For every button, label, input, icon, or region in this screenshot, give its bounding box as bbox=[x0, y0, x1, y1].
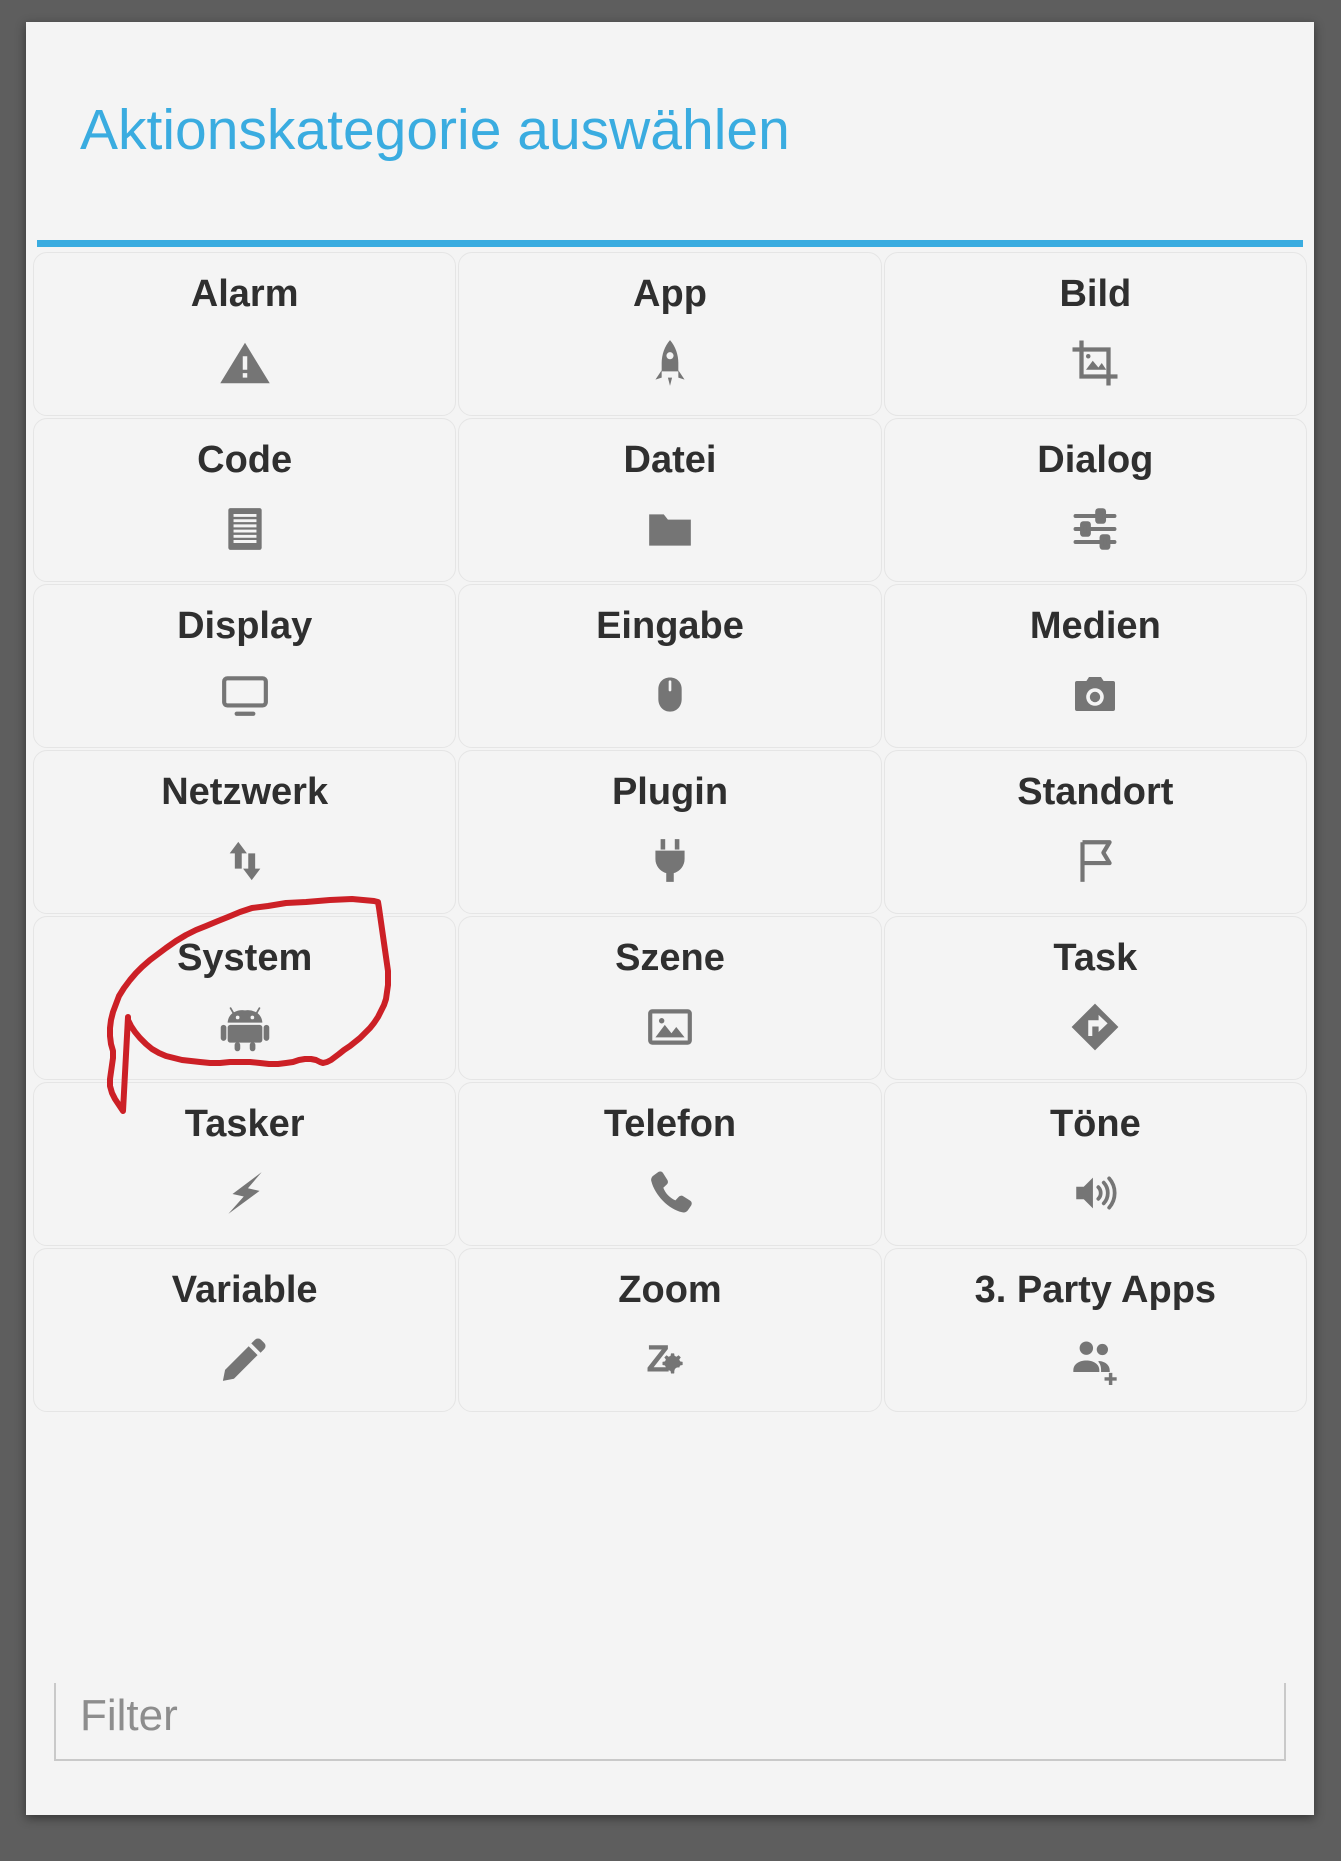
phone-handset-icon bbox=[642, 1165, 698, 1221]
category-cell-szene[interactable]: Szene bbox=[458, 916, 882, 1080]
android-robot-icon bbox=[217, 999, 273, 1055]
category-label: App bbox=[633, 273, 707, 315]
category-label: Display bbox=[177, 605, 313, 647]
picture-icon bbox=[642, 999, 698, 1055]
title-divider bbox=[37, 240, 1303, 247]
category-label: Bild bbox=[1059, 273, 1132, 315]
group-add-icon bbox=[1067, 1331, 1123, 1387]
page-title: Aktionskategorie auswählen bbox=[80, 98, 790, 163]
z-gear-icon: Z bbox=[642, 1331, 698, 1387]
category-grid-wrapper: Alarm App Bild Code Datei Dialog Display Eingab… bbox=[26, 247, 1314, 1645]
category-cell-dialog[interactable]: Dialog bbox=[883, 418, 1307, 582]
category-label: Code bbox=[197, 439, 293, 481]
category-label: Dialog bbox=[1037, 439, 1154, 481]
category-label: Tasker bbox=[184, 1103, 305, 1145]
category-label: Standort bbox=[1017, 771, 1174, 813]
category-label: Szene bbox=[615, 937, 725, 979]
category-label: Telefon bbox=[603, 1103, 737, 1145]
category-cell-variable[interactable]: Variable bbox=[33, 1248, 457, 1412]
filter-row bbox=[26, 1645, 1314, 1815]
monitor-icon bbox=[217, 667, 273, 723]
speaker-volume-icon bbox=[1067, 1165, 1123, 1221]
camera-icon bbox=[1067, 667, 1123, 723]
category-cell-code[interactable]: Code bbox=[33, 418, 457, 582]
up-down-arrows-icon bbox=[217, 833, 273, 889]
category-label: Plugin bbox=[611, 771, 729, 813]
power-plug-icon bbox=[642, 833, 698, 889]
pencil-icon bbox=[217, 1331, 273, 1387]
category-cell-plugin[interactable]: Plugin bbox=[458, 750, 882, 914]
category-cell-telefon[interactable]: Telefon bbox=[458, 1082, 882, 1246]
category-cell-task[interactable]: Task bbox=[883, 916, 1307, 1080]
category-label: Medien bbox=[1029, 605, 1161, 647]
category-cell-eingabe[interactable]: Eingabe bbox=[458, 584, 882, 748]
warning-triangle-icon bbox=[217, 335, 273, 391]
action-category-dialog: Aktionskategorie auswählen Alarm App Bild C… bbox=[26, 22, 1314, 1815]
category-grid: Alarm App Bild Code Datei Dialog Display Eingab… bbox=[32, 251, 1308, 1413]
image-crop-icon bbox=[1067, 335, 1123, 391]
category-label: Netzwerk bbox=[161, 771, 329, 813]
category-label: Task bbox=[1053, 937, 1138, 979]
category-cell-bild[interactable]: Bild bbox=[883, 252, 1307, 416]
category-cell-alarm[interactable]: Alarm bbox=[33, 252, 457, 416]
category-cell-3-party-apps[interactable]: 3. Party Apps bbox=[883, 1248, 1307, 1412]
category-label: Variable bbox=[171, 1269, 318, 1311]
category-label: Datei bbox=[623, 439, 717, 481]
category-label: Töne bbox=[1049, 1103, 1141, 1145]
category-cell-medien[interactable]: Medien bbox=[883, 584, 1307, 748]
flag-icon bbox=[1067, 833, 1123, 889]
document-lines-icon bbox=[217, 501, 273, 557]
category-cell-datei[interactable]: Datei bbox=[458, 418, 882, 582]
folder-icon bbox=[642, 501, 698, 557]
sliders-icon bbox=[1067, 501, 1123, 557]
category-cell-display[interactable]: Display bbox=[33, 584, 457, 748]
category-cell-netzwerk[interactable]: Netzwerk bbox=[33, 750, 457, 914]
category-label: Alarm bbox=[190, 273, 299, 315]
category-cell-system[interactable]: System bbox=[33, 916, 457, 1080]
lightning-bolt-icon bbox=[217, 1165, 273, 1221]
dialog-header: Aktionskategorie auswählen bbox=[26, 22, 1314, 240]
arrow-diamond-icon bbox=[1067, 999, 1123, 1055]
category-cell-zoom[interactable]: Zoom Z bbox=[458, 1248, 882, 1412]
screen: Aktionskategorie auswählen Alarm App Bild C… bbox=[0, 0, 1341, 1861]
category-cell-t-ne[interactable]: Töne bbox=[883, 1082, 1307, 1246]
category-cell-app[interactable]: App bbox=[458, 252, 882, 416]
category-label: 3. Party Apps bbox=[974, 1269, 1217, 1311]
mouse-icon bbox=[642, 667, 698, 723]
category-label: Zoom bbox=[618, 1269, 722, 1311]
category-label: System bbox=[177, 937, 313, 979]
filter-input[interactable] bbox=[54, 1683, 1286, 1761]
category-label: Eingabe bbox=[596, 605, 744, 647]
category-cell-standort[interactable]: Standort bbox=[883, 750, 1307, 914]
category-cell-tasker[interactable]: Tasker bbox=[33, 1082, 457, 1246]
rocket-icon bbox=[642, 335, 698, 391]
